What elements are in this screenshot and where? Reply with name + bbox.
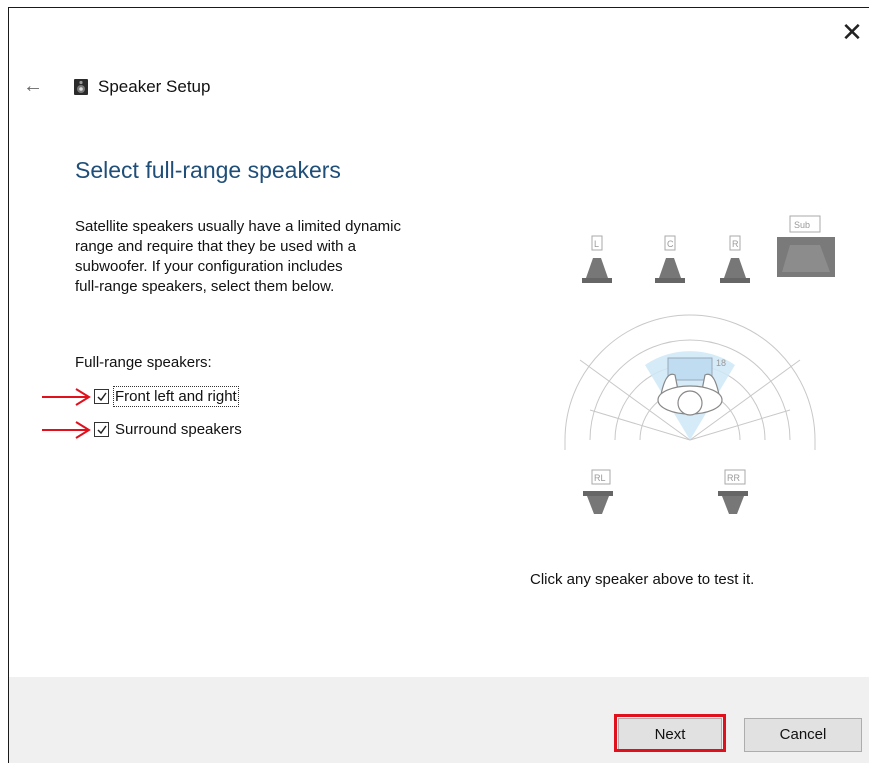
description-line: subwoofer. If your configuration include… [75,258,343,275]
close-icon[interactable]: ✕ [838,19,866,47]
window-border-left [8,7,9,763]
full-range-label: Full-range speakers: [75,354,212,371]
speaker-center-label: C [667,239,674,249]
page-heading: Select full-range speakers [75,157,341,183]
cancel-button[interactable]: Cancel [744,718,862,752]
checkbox-checked-icon[interactable] [94,421,109,437]
speaker-front-right[interactable]: R [720,235,750,283]
next-button-highlight [614,714,726,752]
speaker-front-right-label: R [732,239,739,249]
speaker-layout-diagram: 18 L C R Sub RL RR [564,215,835,514]
window-title: Speaker Setup [98,77,211,96]
speaker-icon [74,79,88,95]
annotation-arrow-icon [42,388,91,406]
test-speaker-hint: Click any speaker above to test it. [530,571,755,588]
description-line: range and require that they be used with… [75,238,357,255]
speaker-rear-right[interactable]: RR [718,469,748,514]
back-arrow-icon[interactable]: ← [20,75,46,97]
checkbox-checked-icon[interactable] [94,388,109,404]
speaker-rear-right-label: RR [727,473,740,483]
speaker-front-left-label: L [594,239,599,249]
button-bar [9,677,869,763]
description-line: full-range speakers, select them below. [75,278,335,295]
surround-speakers-checkbox[interactable]: Surround speakers [94,418,242,440]
speaker-subwoofer-label: Sub [794,220,810,230]
annotation-arrow-icon [42,421,91,439]
description-text: Satellite speakers usually have a limite… [75,217,505,297]
speaker-setup-window: ✕ ← Speaker Setup Select full-range spea… [0,0,869,763]
speaker-front-left[interactable]: L [582,235,612,283]
description-line: Satellite speakers usually have a limite… [75,218,401,235]
speaker-rear-left-label: RL [594,473,606,483]
front-left-right-checkbox[interactable]: Front left and right [94,385,239,407]
speaker-rear-left[interactable]: RL [583,469,613,514]
front-left-right-label[interactable]: Front left and right [113,385,239,407]
surround-speakers-label[interactable]: Surround speakers [115,421,242,438]
speaker-subwoofer[interactable]: Sub [777,215,835,277]
window-border-top [8,7,869,8]
speaker-center[interactable]: C [655,235,685,283]
center-value-label: 18 [716,358,726,368]
